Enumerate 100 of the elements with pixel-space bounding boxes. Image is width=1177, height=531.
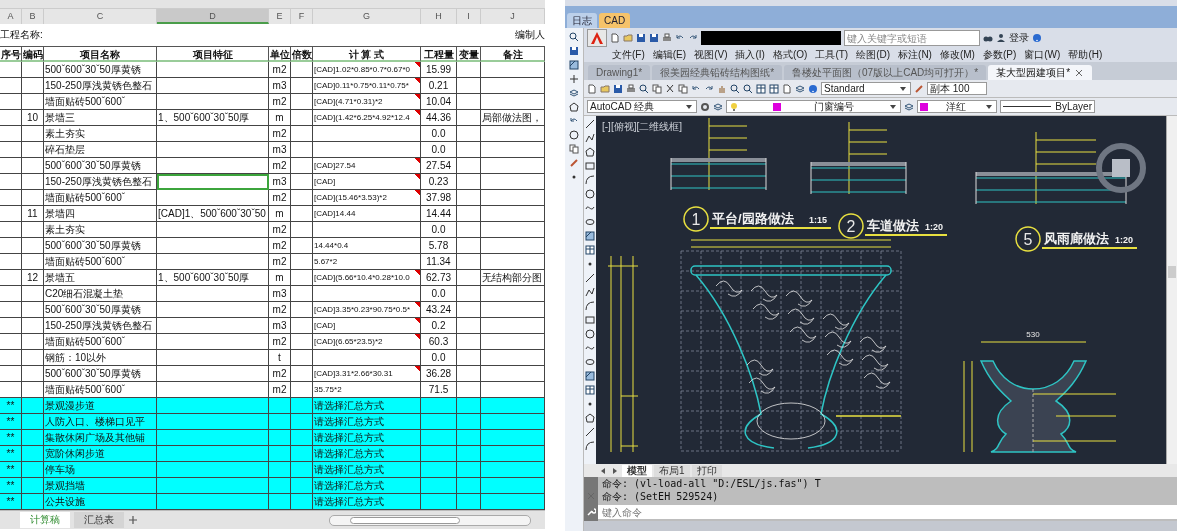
layer-dropdown[interactable]: 门窗编号 [726,100,901,113]
app-tab[interactable]: CAD [599,13,631,28]
polygon-icon[interactable] [585,413,595,423]
column-letter[interactable]: G [313,9,421,24]
search-field[interactable]: 键入关键字或短语 [844,30,980,46]
table-icon[interactable] [585,385,595,395]
spline-icon[interactable] [585,343,595,353]
polygon-icon[interactable] [585,147,595,157]
command-input[interactable]: 键入命令 [598,505,1177,519]
color-dropdown[interactable]: 洋红 [917,100,997,113]
drawing-canvas[interactable]: [-][俯视][二维线框] 1 平台/园路做法 1:15 2 车道做法 1:20 5 风雨廊做法 1:20 530 [596,116,1166,464]
menu-item[interactable]: 标注(N) [894,48,936,62]
line-icon[interactable] [585,119,595,129]
arc-icon[interactable] [585,441,595,451]
column-letter[interactable]: E [269,9,291,24]
copy-icon[interactable] [569,144,579,154]
layers-icon[interactable] [795,83,805,94]
menu-item[interactable]: 工具(T) [811,48,853,62]
column-letter[interactable]: C [44,9,157,24]
layout-tab[interactable]: 布局1 [654,464,690,477]
polyline-icon[interactable] [585,133,595,143]
file-icon[interactable] [610,33,620,43]
arc-icon[interactable] [585,175,595,185]
line-icon[interactable] [585,273,595,283]
line-icon[interactable] [585,427,595,437]
help-icon[interactable] [1032,33,1042,43]
linetype-dropdown[interactable]: ByLayer [1000,100,1095,113]
document-tab[interactable]: 鲁楼处平面图（07版以上CAD均可打开）* [784,65,987,80]
file-icon[interactable] [782,83,792,94]
arc-icon[interactable] [585,301,595,311]
document-tab[interactable]: 很美园经典铅砖结构图纸* [652,65,783,80]
polyline-icon[interactable] [585,287,595,297]
dimension-style-dropdown[interactable]: 副本 100 [927,82,987,95]
viewport-label[interactable]: [-][俯视][二维线框] [602,121,682,132]
zoom-icon[interactable] [569,32,579,42]
menu-item[interactable]: 窗口(W) [1020,48,1065,62]
login-link[interactable]: 登录 [1009,31,1029,45]
layers-icon[interactable] [904,101,914,112]
spline-icon[interactable] [585,203,595,213]
table-icon[interactable] [585,245,595,255]
layers-icon[interactable] [713,101,723,112]
scrollbar[interactable] [329,514,531,526]
application-menu-button[interactable] [587,29,607,47]
polygon-icon[interactable] [569,102,579,112]
file-icon[interactable] [587,83,597,94]
ellipse-icon[interactable] [585,217,595,227]
menu-item[interactable]: 绘图(D) [852,48,895,62]
column-letter[interactable]: H [421,9,457,24]
zoom-icon[interactable] [730,83,740,94]
hatch-icon[interactable] [585,371,595,381]
hatch-icon[interactable] [585,231,595,241]
circle-icon[interactable] [585,189,595,199]
app-tab[interactable]: 日志 [567,13,597,28]
save-icon[interactable] [649,33,659,43]
wrench-icon[interactable] [586,507,596,517]
column-letter[interactable]: B [22,9,44,24]
menu-item[interactable]: 帮助(H) [1064,48,1107,62]
scrollbar[interactable] [1166,116,1177,464]
column-letter[interactable]: A [0,9,22,24]
scissors-icon[interactable] [665,83,675,94]
column-letter[interactable]: D [157,9,269,24]
rectangle-icon[interactable] [585,315,595,325]
menu-item[interactable]: 格式(O) [768,48,812,62]
add-sheet-icon[interactable] [128,515,138,525]
menu-item[interactable]: 插入(I) [731,48,769,62]
menu-item[interactable]: 文件(F) [608,48,649,62]
copy-icon[interactable] [652,83,662,94]
save-icon[interactable] [569,46,579,56]
workspace-dropdown[interactable]: AutoCAD 经典 [587,100,697,113]
brush-icon[interactable] [569,158,579,168]
zoom-icon[interactable] [743,83,753,94]
hatch-icon[interactable] [569,60,579,70]
print-icon[interactable] [662,33,672,43]
table-cell[interactable] [157,174,269,190]
sheet-tab[interactable]: 计算稿 [20,512,70,528]
document-tab[interactable]: Drawing1* [588,65,651,80]
lightbulb-icon[interactable] [729,101,739,112]
column-letter[interactable]: J [481,9,545,24]
close-icon[interactable] [1074,67,1085,78]
brush-icon[interactable] [914,83,924,94]
gear-icon[interactable] [700,101,710,112]
circle-icon[interactable] [569,130,579,140]
column-letter[interactable]: F [291,9,313,24]
menu-item[interactable]: 视图(V) [690,48,732,62]
document-tab[interactable]: 某大型园建项目* [988,65,1093,80]
table-icon[interactable] [769,83,779,94]
help-icon[interactable] [808,83,818,94]
menu-item[interactable]: 编辑(E) [648,48,691,62]
copy-icon[interactable] [678,83,688,94]
layout-tab[interactable]: 模型 [622,464,652,477]
column-letter[interactable]: I [457,9,481,24]
move-icon[interactable] [569,74,579,84]
print-icon[interactable] [626,83,636,94]
zoom-icon[interactable] [639,83,649,94]
user-icon[interactable] [996,33,1006,43]
text-style-dropdown[interactable]: Standard [821,82,911,95]
table-icon[interactable] [756,83,766,94]
viewcube-drawing[interactable] [1096,143,1146,193]
sheet-tab[interactable]: 汇总表 [74,512,124,528]
save-icon[interactable] [613,83,623,94]
